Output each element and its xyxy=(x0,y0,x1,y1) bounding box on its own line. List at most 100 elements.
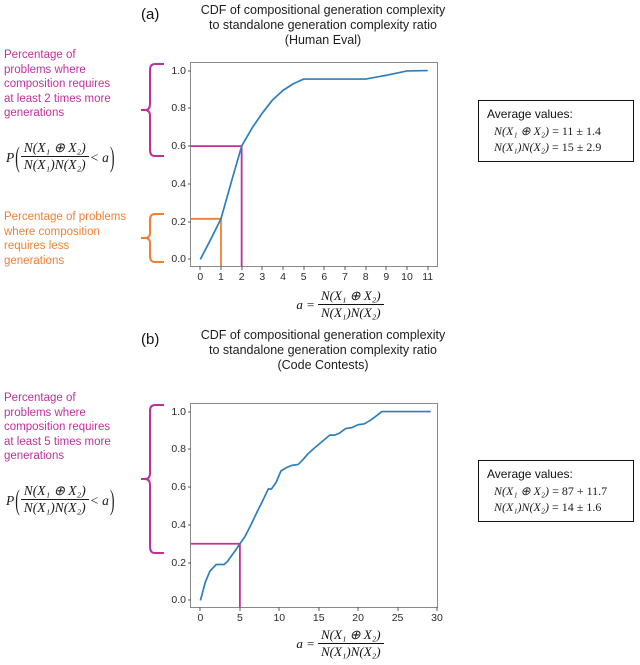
info-row-label: N(X₁ ⊕ X₂) xyxy=(494,124,550,138)
y-tick-label: 0.0 xyxy=(171,594,186,607)
chart-b-xlabel: a = N(X₁ ⊕ X₂) N(X₁)N(X₂) xyxy=(250,623,430,665)
x-tick-label: 30 xyxy=(431,612,443,624)
panel-b-title: CDF of compositional generation complexi… xyxy=(178,328,468,373)
y-tick-mark xyxy=(187,448,191,450)
x-tick-label: 8 xyxy=(362,271,369,283)
x-tick-mark xyxy=(278,607,280,611)
info-row-label: N(X₁)N(X₂) xyxy=(494,140,549,154)
annotation-b-purple: Percentage of problems where composition… xyxy=(4,391,136,464)
panel-b-title-line3: (Code Contests) xyxy=(277,358,369,372)
annotation-line: where composition xyxy=(4,225,100,238)
probability-formula-b: P ( N(X₁ ⊕ X₂) N(X₁)N(X₂) < a ) xyxy=(6,483,114,517)
panel-b-letter: (b) xyxy=(141,331,160,348)
info-box-a-row: N(X₁ ⊕ X₂) = 11 ± 1.4 xyxy=(487,123,625,139)
formula-p: P xyxy=(6,492,15,508)
x-tick-label: 5 xyxy=(300,271,307,283)
info-box-b-row: N(X₁ ⊕ X₂) = 87 + 11.7 xyxy=(487,483,625,499)
panel-b: (b) CDF of compositional generation comp… xyxy=(0,325,640,665)
panel-b-title-line2: to standalone generation complexity rati… xyxy=(209,343,437,357)
annotation-line: Percentage of xyxy=(4,392,76,404)
x-tick-label: 9 xyxy=(383,271,390,283)
x-tick-label: 7 xyxy=(342,271,348,283)
info-box-a-title: Average values: xyxy=(487,107,573,121)
x-tick-label: 1 xyxy=(218,271,224,283)
y-tick-label: 0.8 xyxy=(171,443,186,456)
panel-a-title-line3: (Human Eval) xyxy=(284,33,362,47)
y-tick-mark xyxy=(187,183,191,185)
info-box-b: Average values: N(X₁ ⊕ X₂) = 87 + 11.7 N… xyxy=(478,460,634,522)
annotation-line: generations xyxy=(4,450,65,462)
info-row-value: = 15 ± 2.9 xyxy=(552,140,602,154)
x-tick-mark xyxy=(427,266,429,270)
bracket-a-purple xyxy=(141,63,164,157)
xlabel-numerator: N(X₁ ⊕ X₂) xyxy=(320,626,381,642)
x-tick-mark xyxy=(261,266,263,270)
info-row-label: N(X₁ ⊕ X₂) xyxy=(494,484,550,498)
x-tick-label: 2 xyxy=(238,271,245,283)
formula-denominator: N(X₁)N(X₂) xyxy=(20,156,89,173)
xlabel-denominator: N(X₁)N(X₂) xyxy=(317,642,384,660)
panel-a: (a) CDF of compositional generation comp… xyxy=(0,0,640,332)
info-row-value: = 11 ± 1.4 xyxy=(552,124,601,138)
y-tick-label: 0.6 xyxy=(171,481,186,494)
y-tick-mark xyxy=(187,107,191,109)
paren-open: ( xyxy=(15,140,20,173)
y-tick-mark xyxy=(187,524,191,526)
bracket-b-purple xyxy=(141,404,164,554)
panel-a-title: CDF of compositional generation complexi… xyxy=(178,3,468,48)
annotation-line: composition requires xyxy=(4,421,111,433)
info-box-a: Average values: N(X₁ ⊕ X₂) = 11 ± 1.4 N(… xyxy=(478,100,634,162)
xlabel-denominator: N(X₁)N(X₂) xyxy=(317,303,384,321)
annotation-a-purple: Percentage of problems where composition… xyxy=(4,48,136,121)
annotation-line: Percentage of xyxy=(4,49,76,61)
x-tick-mark xyxy=(406,266,408,270)
formula-numerator: N(X₁ ⊕ X₂) xyxy=(23,140,86,155)
y-tick-mark xyxy=(187,145,191,147)
cdf-line xyxy=(199,69,428,260)
x-tick-mark xyxy=(318,607,320,611)
probability-formula-a: P ( N(X₁ ⊕ X₂) N(X₁)N(X₂) < a ) xyxy=(6,140,114,174)
x-tick-label: 0 xyxy=(197,271,204,283)
x-tick-mark xyxy=(357,607,359,611)
formula-fraction: N(X₁ ⊕ X₂) N(X₁)N(X₂) xyxy=(20,483,89,516)
y-tick-label: 0.6 xyxy=(171,140,186,153)
panel-b-title-line1: CDF of compositional generation complexi… xyxy=(200,328,446,342)
x-tick-mark xyxy=(436,607,438,611)
info-row-value: = 87 + 11.7 xyxy=(552,484,608,498)
y-tick-label: 0.0 xyxy=(171,253,186,266)
bracket-a-orange xyxy=(141,213,164,263)
annotation-line: composition requires xyxy=(4,78,111,90)
x-tick-label: 5 xyxy=(236,612,243,624)
y-tick-mark xyxy=(187,411,191,413)
x-tick-mark xyxy=(199,266,201,270)
paren-open: ( xyxy=(15,483,20,516)
x-tick-mark xyxy=(397,607,399,611)
formula-denominator: N(X₁)N(X₂) xyxy=(20,499,89,516)
y-tick-label: 0.2 xyxy=(171,556,186,569)
x-tick-mark xyxy=(323,266,325,270)
y-tick-mark xyxy=(187,599,191,601)
info-row-label: N(X₁)N(X₂) xyxy=(494,500,549,514)
x-tick-label: 0 xyxy=(197,612,204,624)
x-tick-label: 4 xyxy=(280,271,286,283)
x-tick-label: 11 xyxy=(422,271,434,283)
y-tick-mark xyxy=(187,70,191,72)
annotation-line: requires less xyxy=(4,240,70,252)
xlabel-fraction: N(X₁ ⊕ X₂) N(X₁)N(X₂) xyxy=(317,288,384,321)
y-tick-mark xyxy=(187,258,191,260)
annotation-line: generations xyxy=(4,254,65,267)
panel-a-title-line1: CDF of compositional generation complexi… xyxy=(200,3,446,17)
chart-a-plot-area: 0.0 0.2 0.4 0.6 0.8 1.0 0 1 2 3 4 5 6 7 8 9 10 11 xyxy=(171,62,438,283)
chart-b-plot-area: 0.0 0.2 0.4 0.6 0.8 1.0 0 5 10 15 20 25 30 xyxy=(171,403,443,624)
info-box-a-row: N(X₁)N(X₂) = 15 ± 2.9 xyxy=(487,139,625,155)
y-tick-mark xyxy=(187,486,191,488)
panel-a-title-line2: to standalone generation complexity rati… xyxy=(209,18,437,32)
x-tick-label: 3 xyxy=(259,271,266,283)
x-tick-mark xyxy=(365,266,367,270)
annotation-line: at least 2 times more xyxy=(4,92,111,105)
formula-comparison: < a xyxy=(89,492,109,508)
x-tick-mark xyxy=(344,266,346,270)
x-tick-mark xyxy=(199,607,201,611)
y-tick-label: 0.4 xyxy=(171,177,186,190)
y-tick-label: 0.4 xyxy=(171,518,186,531)
